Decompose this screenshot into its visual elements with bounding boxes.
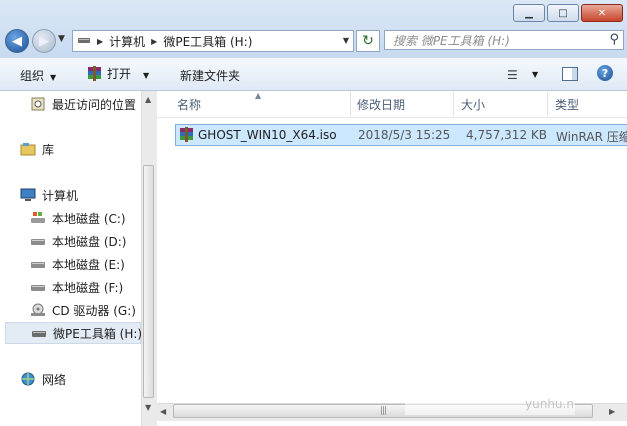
file-type: WinRAR 压缩	[556, 130, 627, 144]
back-arrow-icon: ◀	[12, 33, 22, 49]
watermark-text: yunhu.n	[525, 397, 574, 411]
nav-label: CD 驱动器 (G:)	[52, 303, 136, 318]
cd-drive-icon	[30, 303, 46, 317]
navigation-pane: 最近访问的位置 库 计算机 本地磁盘 (C:) 本地磁盘 (D:) 本地磁盘 (…	[0, 91, 156, 426]
chevron-down-icon[interactable]: ▼	[532, 70, 538, 79]
new-folder-label: 新建文件夹	[180, 69, 241, 83]
nav-item-drive-h[interactable]: 微PE工具箱 (H:)	[5, 322, 143, 344]
breadcrumb-drive-h[interactable]: 微PE工具箱 (H:)	[159, 33, 256, 50]
search-icon: ⚲	[609, 32, 619, 47]
help-icon: ?	[601, 66, 609, 80]
nav-item-network[interactable]: 网络	[20, 368, 160, 390]
chevron-down-icon: ▼	[50, 73, 57, 82]
nav-label: 计算机	[42, 188, 79, 203]
help-button[interactable]: ?	[597, 65, 613, 81]
nav-label: 网络	[42, 372, 67, 387]
nav-item-computer[interactable]: 计算机	[20, 184, 160, 206]
column-header: 名称 修改日期 大小 类型	[157, 91, 627, 118]
window-controls: ▁ □ ✕	[513, 4, 623, 22]
nav-label: 最近访问的位置	[52, 97, 137, 112]
system-drive-icon	[30, 211, 46, 225]
forward-button[interactable]: ▶	[32, 29, 56, 53]
column-divider[interactable]	[350, 91, 351, 117]
maximize-icon: □	[558, 7, 568, 19]
open-label: 打开	[107, 67, 132, 81]
chevron-down-icon: ▼	[143, 71, 150, 80]
drive-icon	[30, 234, 46, 248]
organize-button[interactable]: 组织 ▼	[20, 67, 56, 84]
nav-label: 本地磁盘 (C:)	[52, 211, 126, 226]
nav-label: 本地磁盘 (E:)	[52, 257, 125, 272]
computer-icon	[20, 188, 36, 202]
view-options-icon[interactable]: ☰	[507, 68, 518, 82]
scroll-left-icon[interactable]: ◀	[160, 407, 166, 416]
column-name[interactable]: 名称	[177, 96, 201, 113]
winrar-archive-icon	[179, 127, 194, 145]
maximize-button[interactable]: □	[547, 4, 579, 22]
file-modified: 2018/5/3 15:25	[358, 128, 451, 142]
forward-arrow-icon: ▶	[39, 33, 49, 49]
column-divider[interactable]	[547, 91, 548, 117]
nav-label: 微PE工具箱 (H:)	[53, 326, 143, 341]
close-button[interactable]: ✕	[581, 4, 623, 22]
close-icon: ✕	[597, 7, 607, 19]
minimize-icon: ▁	[525, 7, 533, 19]
recent-places-icon	[30, 97, 46, 111]
table-row[interactable]: GHOST_WIN10_X64.iso 2018/5/3 15:25 4,757…	[175, 124, 627, 146]
nav-label: 本地磁盘 (F:)	[52, 280, 124, 295]
organize-label: 组织	[20, 69, 45, 83]
drive-icon	[30, 257, 46, 271]
address-bar[interactable]: ▶ 计算机 ▶ 微PE工具箱 (H:) ▼	[72, 30, 354, 52]
drive-breadcrumb-icon	[73, 34, 95, 48]
refresh-button[interactable]: ↻	[356, 30, 380, 52]
search-placeholder: 搜索 微PE工具箱 (H:)	[393, 33, 510, 48]
drive-icon	[31, 326, 47, 340]
grip-icon: |||	[379, 406, 387, 416]
drive-icon	[30, 280, 46, 294]
column-size[interactable]: 大小	[461, 96, 485, 113]
file-size: 4,757,312 KB	[466, 128, 547, 142]
file-name: GHOST_WIN10_X64.iso	[198, 128, 337, 142]
column-type[interactable]: 类型	[555, 96, 579, 113]
navigation-scroll-thumb[interactable]	[143, 165, 154, 398]
sort-ascending-icon: ▲	[255, 91, 262, 100]
recent-pages-dropdown[interactable]: ▼	[58, 34, 65, 44]
minimize-button[interactable]: ▁	[513, 4, 545, 22]
breadcrumb-separator-icon[interactable]: ▶	[149, 37, 159, 46]
winrar-icon	[87, 65, 102, 84]
column-divider[interactable]	[453, 91, 454, 117]
breadcrumb-separator-icon[interactable]: ▶	[95, 37, 105, 46]
command-bar: 组织 ▼ 打开 ▼ 新建文件夹 ☰ ▼ ?	[0, 58, 627, 91]
scroll-up-icon[interactable]: ▲	[145, 95, 151, 104]
library-icon	[20, 142, 36, 156]
new-folder-button[interactable]: 新建文件夹	[180, 67, 240, 84]
network-icon	[20, 372, 36, 386]
search-input[interactable]: 搜索 微PE工具箱 (H:) ⚲	[384, 30, 624, 50]
back-button[interactable]: ◀	[5, 29, 29, 53]
scroll-down-icon[interactable]: ▼	[145, 403, 151, 412]
breadcrumb-computer[interactable]: 计算机	[105, 33, 149, 50]
nav-label: 本地磁盘 (D:)	[52, 234, 127, 249]
nav-item-library[interactable]: 库	[20, 138, 160, 160]
open-button[interactable]: 打开 ▼	[87, 65, 149, 84]
refresh-icon: ↻	[362, 33, 374, 49]
column-modified[interactable]: 修改日期	[357, 96, 405, 113]
address-dropdown-icon[interactable]: ▼	[343, 36, 349, 45]
nav-label: 库	[42, 142, 55, 157]
scroll-right-icon[interactable]: ▶	[609, 407, 615, 416]
preview-pane-icon[interactable]	[562, 67, 578, 81]
